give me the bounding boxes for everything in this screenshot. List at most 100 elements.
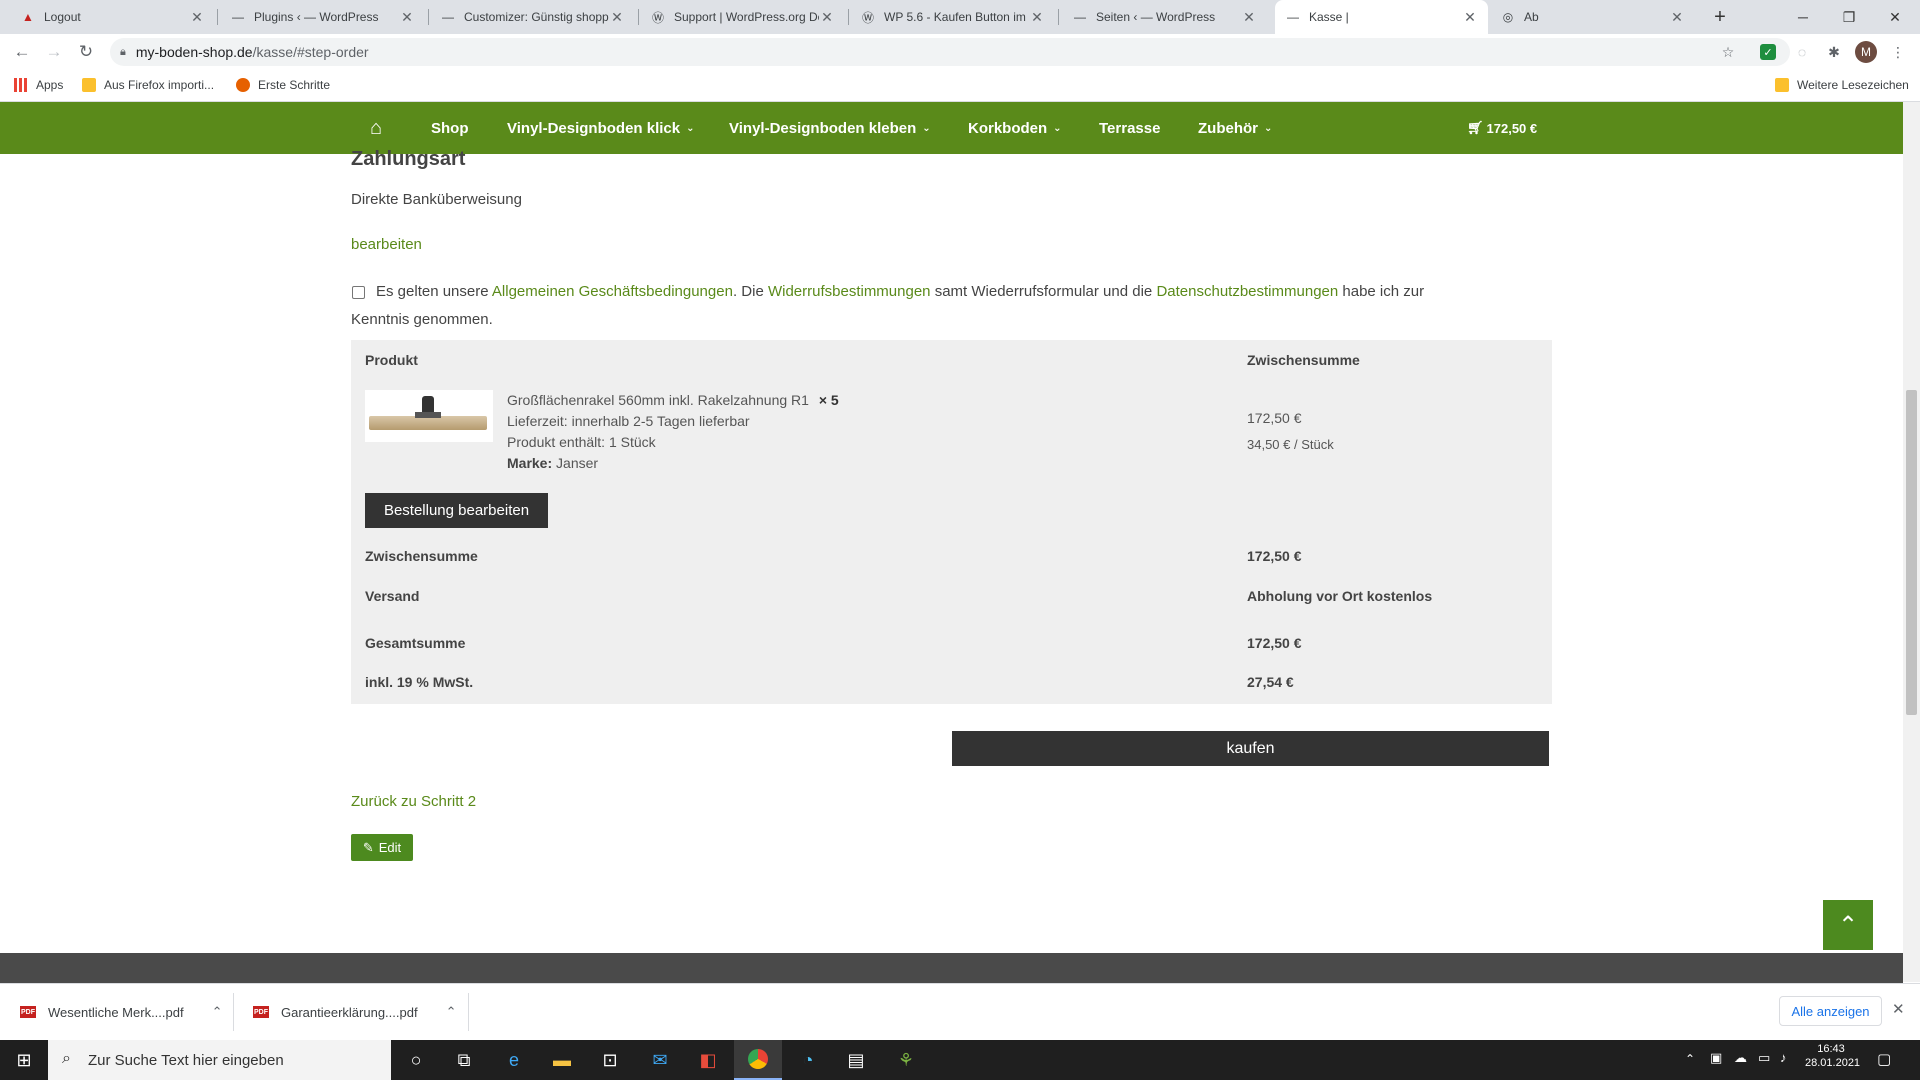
address-bar[interactable]: 🔒︎ my-boden-shop.de/kasse/#step-order xyxy=(110,38,1790,66)
onedrive-icon[interactable]: ☁ xyxy=(1734,1050,1747,1066)
browser-tab[interactable]: Ⓦ Support | WordPress.org De ✕ xyxy=(640,0,845,34)
nav-item-vinyl-klick[interactable]: Vinyl-Designboden klick ⌄ xyxy=(507,102,695,154)
edit-label: Edit xyxy=(378,840,402,855)
browser-tab[interactable]: ◎ Ab ✕ xyxy=(1490,0,1695,34)
close-icon[interactable]: ✕ xyxy=(399,9,415,26)
terms-mid: . Die xyxy=(732,283,764,300)
agb-link[interactable]: Allgemeinen Geschäftsbedingungen xyxy=(492,283,733,300)
maximize-button[interactable]: ❐ xyxy=(1826,0,1872,34)
notepad-icon[interactable]: ▤ xyxy=(832,1040,880,1080)
scrollbar-thumb[interactable] xyxy=(1906,390,1917,715)
store-icon[interactable]: ⊡ xyxy=(586,1040,634,1080)
network-icon[interactable]: ▭ xyxy=(1758,1050,1770,1066)
chevron-down-icon: ⌄ xyxy=(922,122,931,134)
terms-suffix: habe ich zur xyxy=(1342,283,1425,300)
app-icon[interactable]: ◔ xyxy=(784,1040,832,1080)
close-downloads-icon[interactable]: ✕ xyxy=(1892,1000,1905,1018)
volume-icon[interactable]: ♪ xyxy=(1780,1050,1787,1065)
product-quantity: × 5 xyxy=(818,392,839,408)
close-icon[interactable]: ✕ xyxy=(189,9,205,26)
profile-avatar[interactable]: M xyxy=(1855,41,1877,63)
puzzle-icon[interactable]: ✱ xyxy=(1824,42,1844,62)
browser-tab[interactable]: ▲ Logout ✕ xyxy=(10,0,215,34)
payment-method: Direkte Banküberweisung xyxy=(351,191,522,208)
show-all-downloads-button[interactable]: Alle anzeigen xyxy=(1779,996,1882,1026)
close-icon[interactable]: ✕ xyxy=(1241,9,1257,26)
datenschutz-link[interactable]: Datenschutzbestimmungen xyxy=(1156,283,1338,300)
taskbar-clock[interactable]: 16:43 28.01.2021 xyxy=(1805,1043,1860,1069)
edge-icon[interactable]: e xyxy=(490,1040,538,1080)
tab-separator xyxy=(428,9,429,25)
checkmark-extension-icon[interactable]: ✓ xyxy=(1760,44,1776,60)
browser-tab[interactable]: Ⓦ WP 5.6 - Kaufen Button im ✕ xyxy=(850,0,1055,34)
terms-checkbox[interactable] xyxy=(352,286,365,299)
bookmark-folder-more[interactable]: Weitere Lesezeichen xyxy=(1775,75,1909,95)
nav-item-korkboden[interactable]: Korkboden ⌄ xyxy=(968,102,1062,154)
clock-time: 16:43 xyxy=(1817,1043,1845,1055)
folder-icon xyxy=(82,78,96,92)
chart-app-icon[interactable]: ⚘ xyxy=(882,1040,930,1080)
new-tab-button[interactable]: + xyxy=(1697,0,1743,34)
browser-tab-active[interactable]: — Kasse | ✕ xyxy=(1275,0,1488,34)
close-icon[interactable]: ✕ xyxy=(1029,9,1045,26)
browser-tab[interactable]: — Customizer: Günstig shoppe ✕ xyxy=(430,0,635,34)
home-icon[interactable]: ⌂ xyxy=(370,102,382,154)
product-name[interactable]: Großflächenrakel 560mm inkl. Rakelzahnun… xyxy=(507,392,809,408)
nav-item-shop[interactable]: Shop xyxy=(431,102,469,154)
close-icon[interactable]: ✕ xyxy=(1462,9,1478,26)
chevron-up-icon[interactable]: ⌃ xyxy=(446,1004,457,1020)
mail-icon[interactable]: ✉ xyxy=(636,1040,684,1080)
office-icon[interactable]: ◧ xyxy=(684,1040,732,1080)
chevron-up-icon[interactable]: ⌃ xyxy=(212,1004,223,1020)
dash-icon: — xyxy=(232,10,244,24)
edit-order-button[interactable]: Bestellung bearbeiten xyxy=(365,493,548,528)
menu-icon[interactable]: ⋮ xyxy=(1888,42,1908,62)
tray-device-icon[interactable]: ▣ xyxy=(1710,1050,1722,1066)
back-icon[interactable]: ← xyxy=(10,40,34,64)
subtotal-value: 172,50 € xyxy=(1247,548,1302,564)
browser-tab[interactable]: — Seiten ‹ — WordPress ✕ xyxy=(1062,0,1267,34)
back-to-step-2-link[interactable]: Zurück zu Schritt 2 xyxy=(351,793,476,810)
buy-button[interactable]: kaufen xyxy=(952,731,1549,766)
close-icon[interactable]: ✕ xyxy=(1669,9,1685,26)
download-item[interactable]: PDF Garantieerklärung....pdf ⌃ xyxy=(253,995,456,1029)
brand-value: Janser xyxy=(556,455,599,471)
close-window-button[interactable]: ✕ xyxy=(1872,0,1918,34)
extension-icon[interactable]: ◌ xyxy=(1792,42,1812,62)
tray-chevron-up-icon[interactable]: ⌃ xyxy=(1685,1052,1695,1066)
chrome-icon[interactable] xyxy=(734,1040,782,1080)
windows-start-icon[interactable]: ⊞ xyxy=(0,1040,48,1080)
close-icon[interactable]: ✕ xyxy=(819,9,835,26)
col-subtotal-header: Zwischensumme xyxy=(1247,352,1360,368)
tab-separator xyxy=(1058,9,1059,25)
bookmark-folder-firefox[interactable]: Aus Firefox importi... xyxy=(82,75,214,95)
browser-tab[interactable]: — Plugins ‹ — WordPress ✕ xyxy=(220,0,425,34)
nav-item-vinyl-kleben[interactable]: Vinyl-Designboden kleben ⌄ xyxy=(729,102,931,154)
star-icon[interactable]: ☆ xyxy=(1718,42,1738,62)
notification-icon[interactable]: ▢ xyxy=(1877,1050,1891,1068)
tab-title: Logout xyxy=(44,10,81,24)
product-image[interactable] xyxy=(365,390,493,442)
bookmark-first-steps[interactable]: Erste Schritte xyxy=(236,75,330,95)
nav-item-terrasse[interactable]: Terrasse xyxy=(1099,102,1160,154)
cortana-icon[interactable]: ○ xyxy=(392,1040,440,1080)
task-view-icon[interactable]: ⧉ xyxy=(440,1040,488,1080)
edit-payment-link[interactable]: bearbeiten xyxy=(351,236,422,253)
widerruf-link[interactable]: Widerrufsbestimmungen xyxy=(768,283,931,300)
bookmark-label: Weitere Lesezeichen xyxy=(1797,78,1909,92)
nav-item-zubehoer[interactable]: Zubehör ⌄ xyxy=(1198,102,1272,154)
forward-icon[interactable]: → xyxy=(42,40,66,64)
taskbar-search[interactable]: ⌕ Zur Suche Text hier eingeben xyxy=(48,1040,391,1080)
bookmark-apps[interactable]: Apps xyxy=(14,75,63,95)
cart-link[interactable]: 🛒︎ 172,50 € xyxy=(1467,102,1537,154)
reload-icon[interactable]: ↻ xyxy=(74,40,98,64)
tab-title: WP 5.6 - Kaufen Button im xyxy=(884,10,1026,24)
file-explorer-icon[interactable]: ▬ xyxy=(538,1040,586,1080)
bookmark-label: Apps xyxy=(36,78,64,92)
download-item[interactable]: PDF Wesentliche Merk....pdf ⌃ xyxy=(20,995,223,1029)
edit-page-button[interactable]: ✎ Edit xyxy=(351,834,413,861)
close-icon[interactable]: ✕ xyxy=(609,9,625,26)
site-footer xyxy=(0,953,1903,983)
scroll-to-top-button[interactable]: ⌃ xyxy=(1823,900,1873,950)
minimize-button[interactable]: ─ xyxy=(1780,0,1826,34)
